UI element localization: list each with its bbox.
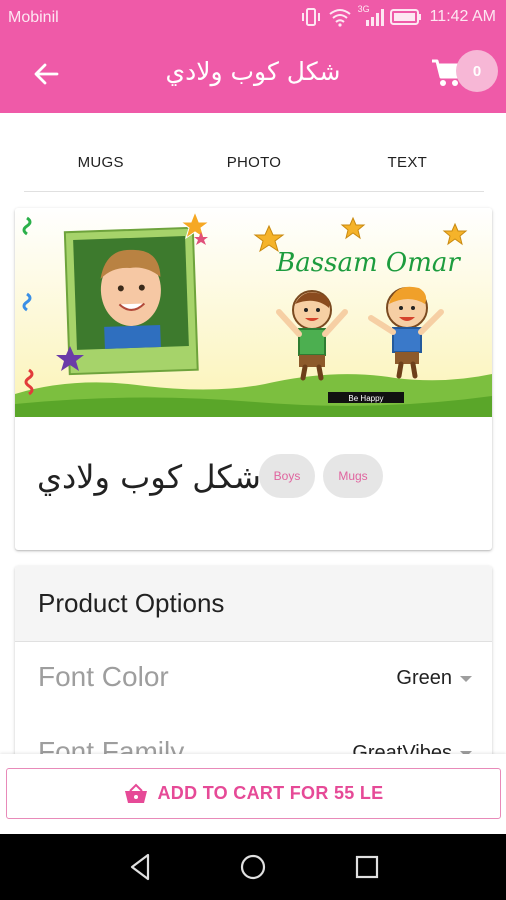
options-title: Product Options (38, 588, 225, 618)
carrier-name: Mobinil (8, 9, 59, 26)
add-to-cart-button[interactable]: ADD TO CART FOR 55 LE (6, 768, 501, 819)
options-header: Product Options (15, 566, 492, 642)
top-bar: Mobinil 3G 11:42 AM شكل كوب ولادي 0 (0, 0, 506, 113)
status-time: 11:42 AM (429, 8, 496, 25)
app-bar: شكل كوب ولادي 0 (0, 40, 506, 110)
tab-bar: MUGS PHOTO TEXT (24, 140, 484, 192)
mug-name-text: Bassam Omar (275, 248, 461, 278)
screen: Mobinil 3G 11:42 AM شكل كوب ولادي 0 MUGS… (0, 0, 506, 900)
option-value: Green (396, 667, 452, 689)
option-font-color[interactable]: Font Color Green (15, 647, 492, 717)
option-label: Font Color (38, 661, 169, 692)
tab-mugs[interactable]: MUGS (24, 140, 177, 191)
dropdown-caret-icon (460, 675, 472, 682)
basket-icon (124, 783, 147, 803)
nav-recents-icon[interactable] (352, 852, 382, 882)
product-tags: Boys Mugs (259, 454, 383, 498)
battery-icon (389, 9, 421, 25)
signal-indicator: 3G (358, 4, 384, 27)
nav-home-icon[interactable] (238, 852, 268, 882)
product-image[interactable]: Bassam Omar Be Happy (15, 208, 492, 417)
status-icons: 3G 11:42 AM (300, 4, 496, 27)
tab-photo[interactable]: PHOTO (177, 140, 330, 191)
signal-icon (365, 9, 384, 26)
mug-banner-text: Be Happy (348, 394, 383, 403)
font-color-select[interactable]: Green (396, 667, 472, 690)
tag-chip-mugs[interactable]: Mugs (323, 454, 383, 498)
tag-chip-boys[interactable]: Boys (259, 454, 315, 498)
cart-count-badge[interactable]: 0 (456, 50, 498, 92)
system-nav-bar (0, 834, 506, 900)
bottom-action-bar: ADD TO CART FOR 55 LE (0, 754, 506, 834)
add-to-cart-label: ADD TO CART FOR 55 LE (157, 783, 384, 803)
product-card: Bassam Omar Be Happy شكل كوب ولادي Boys … (15, 208, 492, 550)
vibrate-icon (301, 8, 320, 26)
tab-text[interactable]: TEXT (331, 140, 484, 191)
status-bar: Mobinil 3G 11:42 AM (0, 0, 506, 36)
product-name: شكل كوب ولادي (37, 458, 261, 496)
wifi-icon (328, 9, 351, 27)
nav-back-icon[interactable] (126, 852, 156, 882)
